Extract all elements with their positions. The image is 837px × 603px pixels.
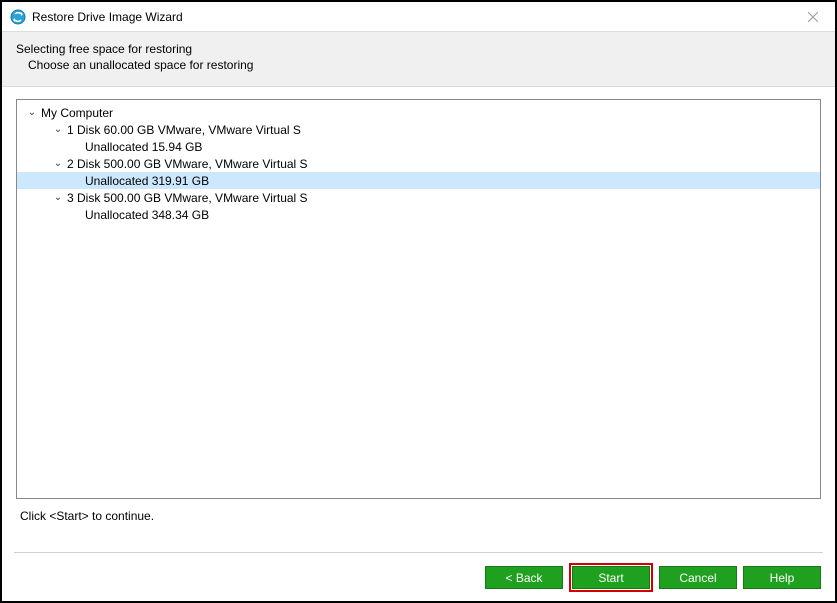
titlebar: Restore Drive Image Wizard [2, 2, 835, 32]
tree-disk-label: 1 Disk 60.00 GB VMware, VMware Virtual S [65, 123, 301, 137]
window-title: Restore Drive Image Wizard [32, 10, 183, 24]
tree-disk[interactable]: ⌄ 3 Disk 500.00 GB VMware, VMware Virtua… [17, 189, 820, 206]
help-button[interactable]: Help [743, 566, 821, 589]
hint-text: Click <Start> to continue. [16, 509, 821, 523]
tree-disk[interactable]: ⌄ 2 Disk 500.00 GB VMware, VMware Virtua… [17, 155, 820, 172]
tree-unallocated[interactable]: Unallocated 15.94 GB [17, 138, 820, 155]
back-button[interactable]: < Back [485, 566, 563, 589]
wizard-header: Selecting free space for restoring Choos… [2, 32, 835, 87]
chevron-down-icon[interactable]: ⌄ [25, 107, 39, 118]
tree-unallocated[interactable]: Unallocated 348.34 GB [17, 206, 820, 223]
drive-tree[interactable]: ⌄ My Computer ⌄ 1 Disk 60.00 GB VMware, … [16, 99, 821, 499]
content-area: ⌄ My Computer ⌄ 1 Disk 60.00 GB VMware, … [2, 87, 835, 523]
tree-root-label: My Computer [39, 106, 113, 120]
tree-disk-label: 3 Disk 500.00 GB VMware, VMware Virtual … [65, 191, 308, 205]
footer-separator [14, 552, 823, 553]
chevron-down-icon[interactable]: ⌄ [51, 192, 65, 203]
tree-unallocated-selected[interactable]: Unallocated 319.91 GB [17, 172, 820, 189]
tree-unallocated-label: Unallocated 348.34 GB [83, 208, 209, 222]
cancel-button[interactable]: Cancel [659, 566, 737, 589]
wizard-subheading: Choose an unallocated space for restorin… [28, 58, 821, 72]
tree-disk-label: 2 Disk 500.00 GB VMware, VMware Virtual … [65, 157, 308, 171]
close-button[interactable] [790, 2, 835, 32]
start-button-highlight: Start [569, 563, 653, 592]
chevron-down-icon[interactable]: ⌄ [51, 158, 65, 169]
wizard-heading: Selecting free space for restoring [16, 42, 821, 56]
start-button[interactable]: Start [572, 566, 650, 589]
tree-unallocated-label: Unallocated 319.91 GB [83, 174, 209, 188]
app-icon [10, 9, 26, 25]
tree-disk[interactable]: ⌄ 1 Disk 60.00 GB VMware, VMware Virtual… [17, 121, 820, 138]
button-row: < Back Start Cancel Help [485, 566, 821, 589]
tree-root[interactable]: ⌄ My Computer [17, 104, 820, 121]
chevron-down-icon[interactable]: ⌄ [51, 124, 65, 135]
tree-unallocated-label: Unallocated 15.94 GB [83, 140, 202, 154]
